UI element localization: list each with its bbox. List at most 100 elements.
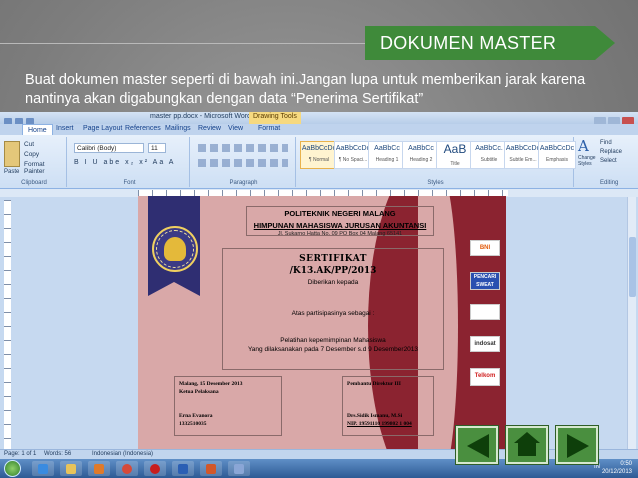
polinema-logo-icon	[152, 226, 198, 272]
alignment-buttons[interactable]	[198, 159, 288, 167]
given-to-text: Diberikan kepada	[307, 279, 359, 286]
styles-label: Styles	[427, 180, 444, 186]
event-date: Yang dilaksanakan pada 7 Desember s.d 9 …	[247, 346, 419, 353]
taskbar-opera-icon[interactable]	[144, 461, 166, 476]
tab-insert[interactable]: Insert	[56, 125, 74, 132]
sponsor-logo-bni: BNI	[470, 240, 500, 256]
window-title: master pp.docx - Microsoft Word	[150, 113, 252, 120]
editing-group: Find Replace Select Editing	[600, 137, 638, 187]
sponsor-logo-telkom: Telkom	[470, 368, 500, 386]
word-window: master pp.docx - Microsoft Word Drawing …	[0, 112, 638, 478]
tab-review[interactable]: Review	[198, 125, 221, 132]
list-indent-buttons[interactable]	[198, 144, 288, 152]
taskbar-ie-icon[interactable]	[32, 461, 54, 476]
banner-divider	[0, 43, 365, 44]
participation-text: Atas partisipasinya sebagai :	[291, 310, 375, 317]
slide-title-banner: DOKUMEN MASTER	[365, 26, 615, 60]
paste-icon[interactable]	[4, 141, 20, 167]
arrow-left-icon	[467, 434, 489, 458]
copy-button[interactable]: Copy	[24, 151, 39, 158]
editing-label: Editing	[600, 180, 619, 186]
style-emphasis[interactable]: AaBbCcDc Emphasis	[538, 141, 576, 169]
styles-group: AaBbCcDc ¶ Normal AaBbCcDc ¶ No Spaci... A…	[298, 137, 576, 187]
sign-nip-director: NIP. 19591110 199802 1 004	[347, 421, 412, 427]
home-slide-button[interactable]	[506, 426, 548, 464]
sign-role-director: Pembantu Direktur III	[347, 381, 401, 387]
next-slide-button[interactable]	[556, 426, 598, 464]
left-signature-box[interactable]: Malang, 15 Desember 2013 Ketua Pelaksana…	[174, 376, 282, 436]
ribbon-home: Paste Cut Copy Format Painter Clipboard …	[0, 135, 638, 189]
tab-home[interactable]: Home	[22, 124, 53, 135]
taskbar-word-icon[interactable]	[172, 461, 194, 476]
certificate-number: /K13.AK/PP/2013	[289, 266, 377, 276]
clock-date: 20/12/2013	[601, 469, 632, 475]
vertical-scrollbar[interactable]	[627, 197, 636, 452]
font-label: Font	[123, 180, 136, 186]
scroll-thumb[interactable]	[629, 237, 636, 297]
change-styles-label: Change Styles	[578, 155, 596, 167]
contextual-tab-drawing-tools: Drawing Tools	[249, 112, 301, 124]
status-words[interactable]: Words: 56	[44, 451, 71, 457]
clipboard-label: Clipboard	[21, 180, 47, 186]
institution-address: Jl. Sukarno Hatta No. 09 PO Box 04 Malan…	[277, 231, 403, 237]
style-subtitle[interactable]: AaBbCc. Subtitle	[470, 141, 508, 169]
tab-references[interactable]: References	[125, 125, 161, 132]
right-signature-box[interactable]: Pembantu Direktur III Drs.Sidik Ismanu, …	[342, 376, 434, 436]
taskbar-app-icon[interactable]	[228, 461, 250, 476]
tab-mailings[interactable]: Mailings	[165, 125, 191, 132]
style-title[interactable]: AaB Title	[436, 141, 474, 169]
format-painter-button[interactable]: Format Painter	[24, 161, 66, 175]
taskbar-explorer-icon[interactable]	[60, 461, 82, 476]
change-styles-icon: A	[578, 137, 589, 155]
style-normal[interactable]: AaBbCcDc ¶ Normal	[300, 141, 338, 169]
sponsor-logo-indosat: indosat	[470, 336, 500, 352]
tray-language[interactable]: IN	[594, 464, 600, 470]
quick-access-toolbar[interactable]	[4, 113, 64, 126]
replace-button[interactable]: Replace	[600, 149, 638, 155]
sponsor-logo-red	[470, 304, 500, 320]
taskbar-powerpoint-icon[interactable]	[200, 461, 222, 476]
tab-page-layout[interactable]: Page Layout	[83, 125, 122, 132]
taskbar-chrome-icon[interactable]	[116, 461, 138, 476]
sponsor-logo-sweat: PENCARI SWEAT	[470, 272, 500, 290]
paragraph-group: Paragraph	[192, 137, 296, 187]
taskbar-media-icon[interactable]	[88, 461, 110, 476]
find-button[interactable]: Find	[600, 140, 638, 146]
ribbon-tabs: Home Insert Page Layout References Maili…	[0, 124, 638, 135]
page-side-band	[458, 196, 506, 451]
word-titlebar: master pp.docx - Microsoft Word Drawing …	[0, 112, 638, 126]
style-heading-2[interactable]: AaBbCc Heading 2	[402, 141, 440, 169]
system-clock[interactable]: 0:50 20/12/2013	[602, 460, 632, 476]
font-group: Calibri (Body) 11 B I U abe x₂ x² Aa A F…	[70, 137, 190, 187]
style-no-spacing[interactable]: AaBbCcDc ¶ No Spaci...	[334, 141, 372, 169]
institution-header-box[interactable]: POLITEKNIK NEGERI MALANG HIMPUNAN MAHASI…	[246, 206, 434, 237]
tab-format[interactable]: Format	[258, 125, 280, 132]
slide-instruction: Buat dokumen master seperti di bawah ini…	[25, 72, 586, 107]
sign-place-date: Malang, 15 Desember 2013	[179, 381, 243, 387]
sign-name-chair: Erna Evanora	[179, 413, 213, 419]
paste-button[interactable]: Paste	[4, 169, 19, 175]
style-heading-1[interactable]: AaBbCc Heading 1	[368, 141, 406, 169]
status-page[interactable]: Page: 1 of 1	[4, 451, 36, 457]
certificate-page[interactable]: POLITEKNIK NEGERI MALANG HIMPUNAN MAHASI…	[138, 196, 506, 451]
sign-name-director: Drs.Sidik Ismanu, M.Si	[347, 413, 403, 419]
clipboard-group: Paste Cut Copy Format Painter Clipboard	[2, 137, 67, 187]
clock-time: 0:50	[620, 461, 632, 467]
paragraph-label: Paragraph	[229, 180, 258, 186]
vertical-ruler[interactable]	[4, 200, 11, 450]
select-button[interactable]: Select	[600, 158, 638, 164]
association-name: HIMPUNAN MAHASISWA JURUSAN AKUNTANSI	[253, 221, 427, 230]
change-styles-button[interactable]: A Change Styles	[578, 137, 598, 187]
previous-slide-button[interactable]	[456, 426, 498, 464]
style-subtle-emphasis[interactable]: AaBbCcDc Subtle Em...	[504, 141, 542, 169]
cut-button[interactable]: Cut	[24, 141, 34, 148]
font-name-select[interactable]: Calibri (Body)	[74, 143, 144, 153]
status-language[interactable]: Indonesian (Indonesia)	[92, 451, 153, 457]
start-button-icon[interactable]	[4, 460, 21, 477]
home-icon	[514, 432, 540, 443]
event-name: Pelatihan kepemimpinan Mahasiswa	[280, 337, 386, 344]
certificate-body-box[interactable]: SERTIFIKAT /K13.AK/PP/2013 Diberikan kep…	[222, 248, 444, 370]
tab-view[interactable]: View	[228, 125, 243, 132]
font-size-select[interactable]: 11	[148, 143, 166, 153]
font-format-buttons[interactable]: B I U abe x₂ x² Aa A	[74, 159, 175, 166]
